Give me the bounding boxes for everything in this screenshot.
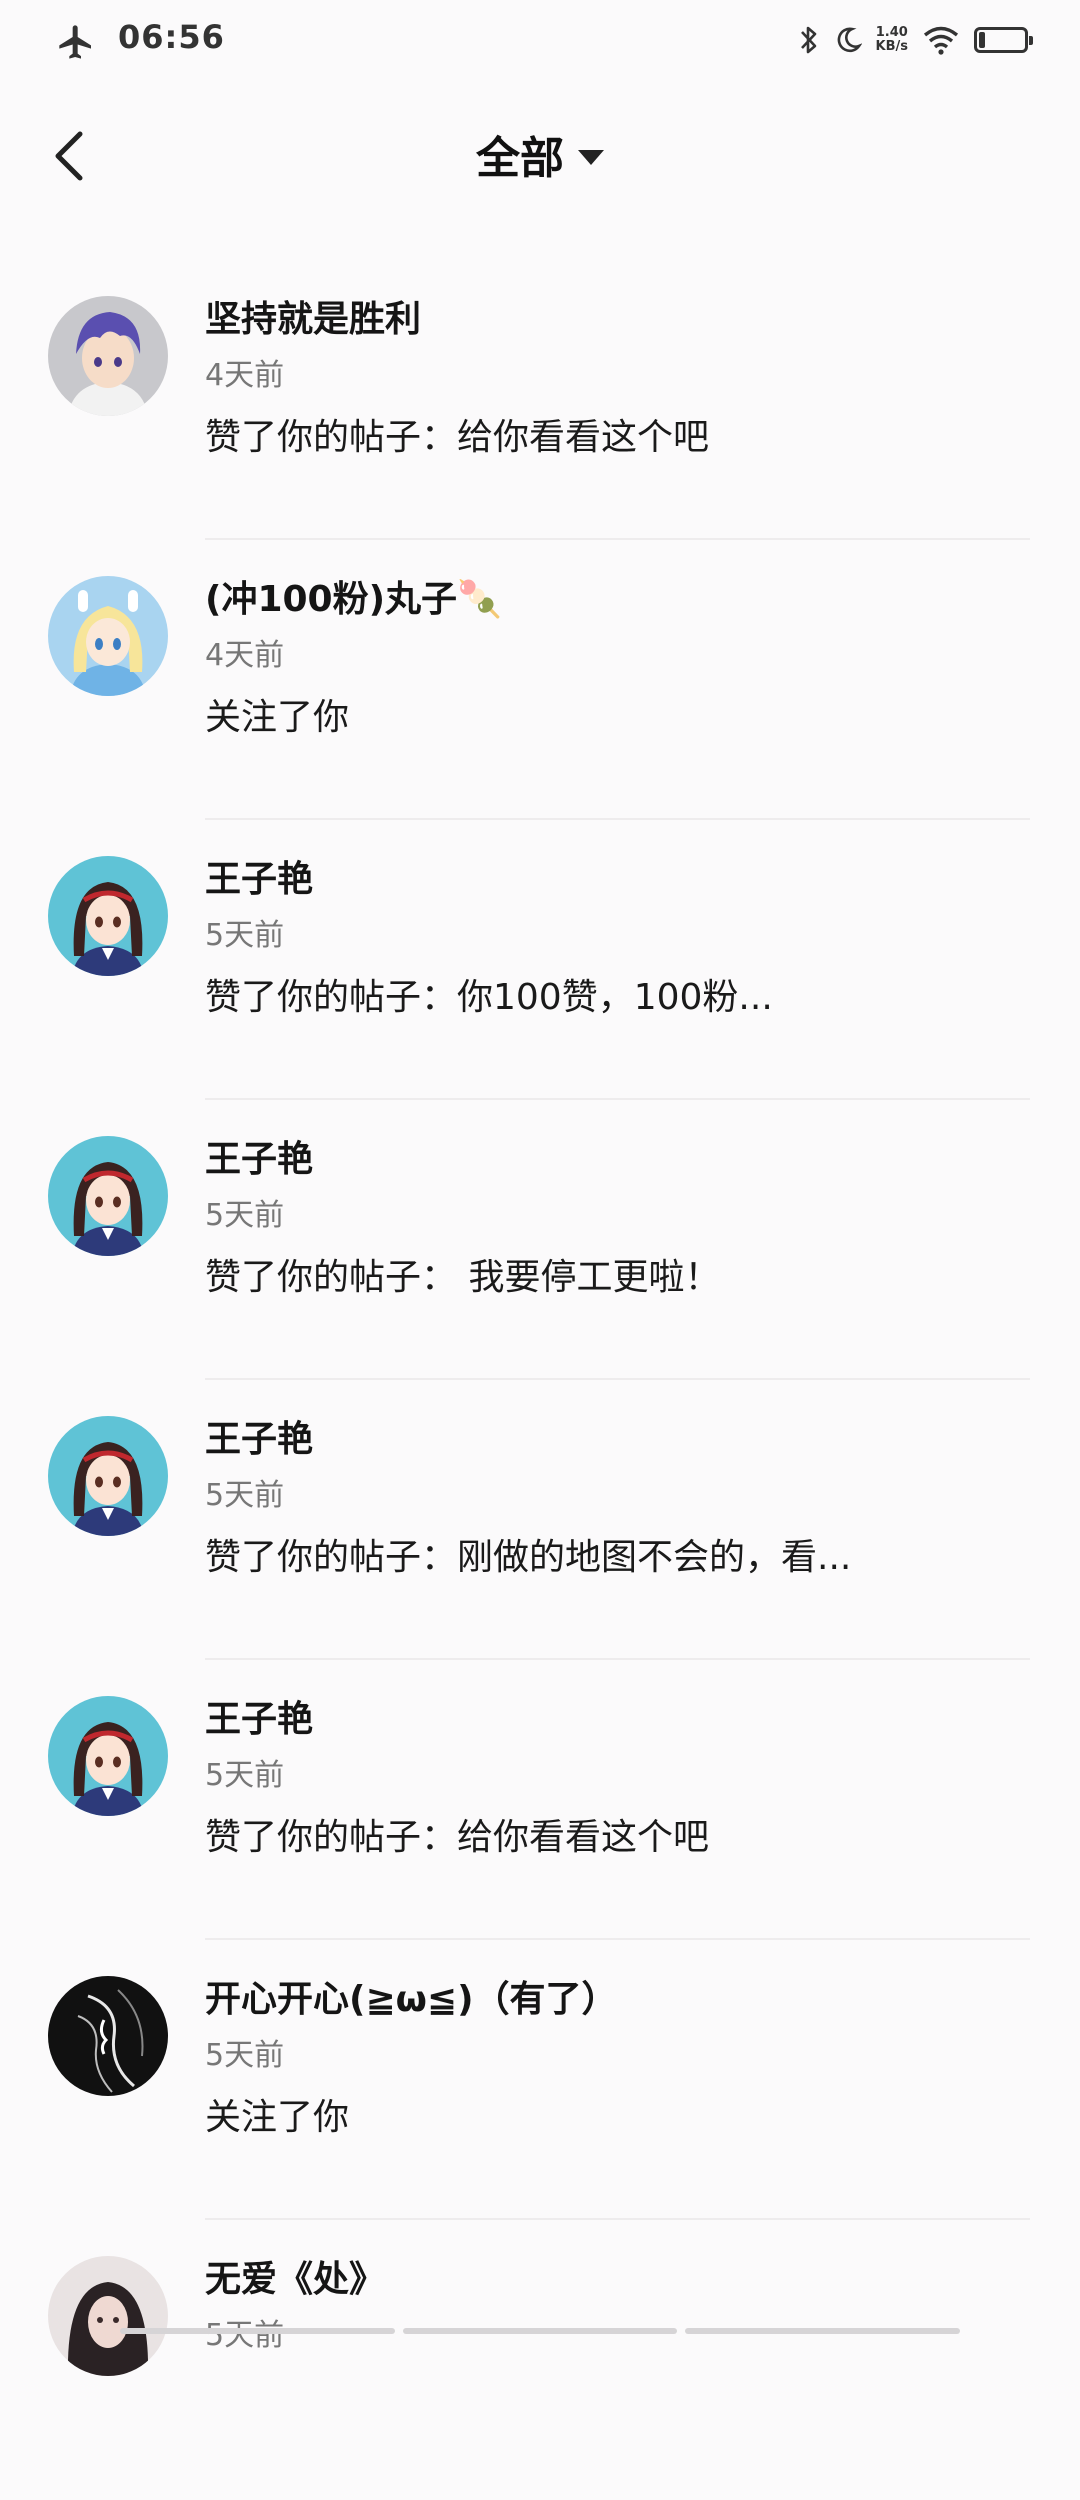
caret-down-icon	[578, 149, 604, 165]
airplane-icon	[59, 25, 91, 59]
user-name[interactable]: 王子艳	[205, 1690, 313, 1742]
avatar[interactable]	[48, 2256, 168, 2376]
notification-item[interactable]: 无爱《处》 5天前	[0, 2220, 1080, 2500]
wifi-icon	[923, 26, 959, 55]
bottom-indicator	[120, 2328, 961, 2334]
page-title: 全部	[476, 133, 564, 184]
notification-message: 赞了你的帖子：你100赞，100粉...	[205, 977, 773, 1018]
indicator-segment	[685, 2328, 961, 2334]
network-speed-value: 1.40	[875, 25, 908, 40]
indicator-segment	[402, 2328, 678, 2334]
notification-item[interactable]: 开心开心(≧ω≦)（有了） 5天前 关注了你	[0, 1940, 1080, 2220]
avatar[interactable]	[48, 1416, 168, 1536]
user-name[interactable]: 开心开心(≧ω≦)（有了）	[205, 1970, 618, 2022]
avatar[interactable]	[48, 1976, 168, 2096]
indicator-segment	[120, 2328, 395, 2334]
network-speed-unit: KB/s	[875, 39, 908, 54]
user-name[interactable]: 坚持就是胜利	[205, 290, 421, 342]
status-time: 06:56	[118, 18, 225, 56]
notification-item[interactable]: 王子艳 5天前 赞了你的帖子：刚做的地图不会的，看...	[0, 1380, 1080, 1660]
timestamp: 5天前	[205, 1198, 285, 1233]
user-name[interactable]: 王子艳	[205, 1130, 313, 1182]
bluetooth-icon	[800, 26, 816, 54]
timestamp: 5天前	[205, 918, 285, 953]
notification-item[interactable]: 王子艳 5天前 赞了你的帖子：给你看看这个吧	[0, 1660, 1080, 1940]
timestamp: 5天前	[205, 2038, 285, 2073]
notification-item[interactable]: 王子艳 5天前 赞了你的帖子： 我要停工更啦！	[0, 1100, 1080, 1380]
user-name[interactable]: 王子艳	[205, 850, 313, 902]
timestamp: 4天前	[205, 358, 285, 393]
avatar[interactable]	[48, 1136, 168, 1256]
notification-item[interactable]: 坚持就是胜利 4天前 赞了你的帖子：给你看看这个吧	[0, 260, 1080, 540]
notification-message: 赞了你的帖子：刚做的地图不会的，看...	[205, 1537, 852, 1578]
avatar[interactable]	[48, 856, 168, 976]
filter-dropdown[interactable]: 全部	[0, 122, 1080, 186]
notification-message: 赞了你的帖子：给你看看这个吧	[205, 417, 710, 458]
status-bar: 06:56 1.40 KB/s	[0, 0, 1080, 80]
timestamp: 4天前	[205, 638, 285, 673]
notification-message: 赞了你的帖子：给你看看这个吧	[205, 1817, 710, 1858]
notification-item[interactable]: (冲100粉)丸子🍡 4天前 关注了你	[0, 540, 1080, 820]
avatar[interactable]	[48, 1696, 168, 1816]
timestamp: 5天前	[205, 1478, 285, 1513]
notification-message: 赞了你的帖子： 我要停工更啦！	[205, 1257, 721, 1298]
user-name[interactable]: (冲100粉)丸子🍡	[205, 570, 502, 622]
battery-icon	[974, 27, 1033, 53]
user-name[interactable]: 无爱《处》	[205, 2250, 385, 2302]
notification-item[interactable]: 王子艳 5天前 赞了你的帖子：你100赞，100粉...	[0, 820, 1080, 1100]
avatar[interactable]	[48, 576, 168, 696]
timestamp: 5天前	[205, 1758, 285, 1793]
moon-icon	[837, 27, 862, 53]
network-speed: 1.40 KB/s	[876, 26, 908, 54]
notification-message: 关注了你	[205, 2097, 350, 2138]
user-name[interactable]: 王子艳	[205, 1410, 313, 1462]
notification-list: 坚持就是胜利 4天前 赞了你的帖子：给你看看这个吧 (冲100粉)丸子🍡 4天前…	[0, 260, 1080, 2500]
avatar[interactable]	[48, 296, 168, 416]
top-bar: 全部	[0, 100, 1080, 210]
notification-message: 关注了你	[205, 697, 350, 738]
